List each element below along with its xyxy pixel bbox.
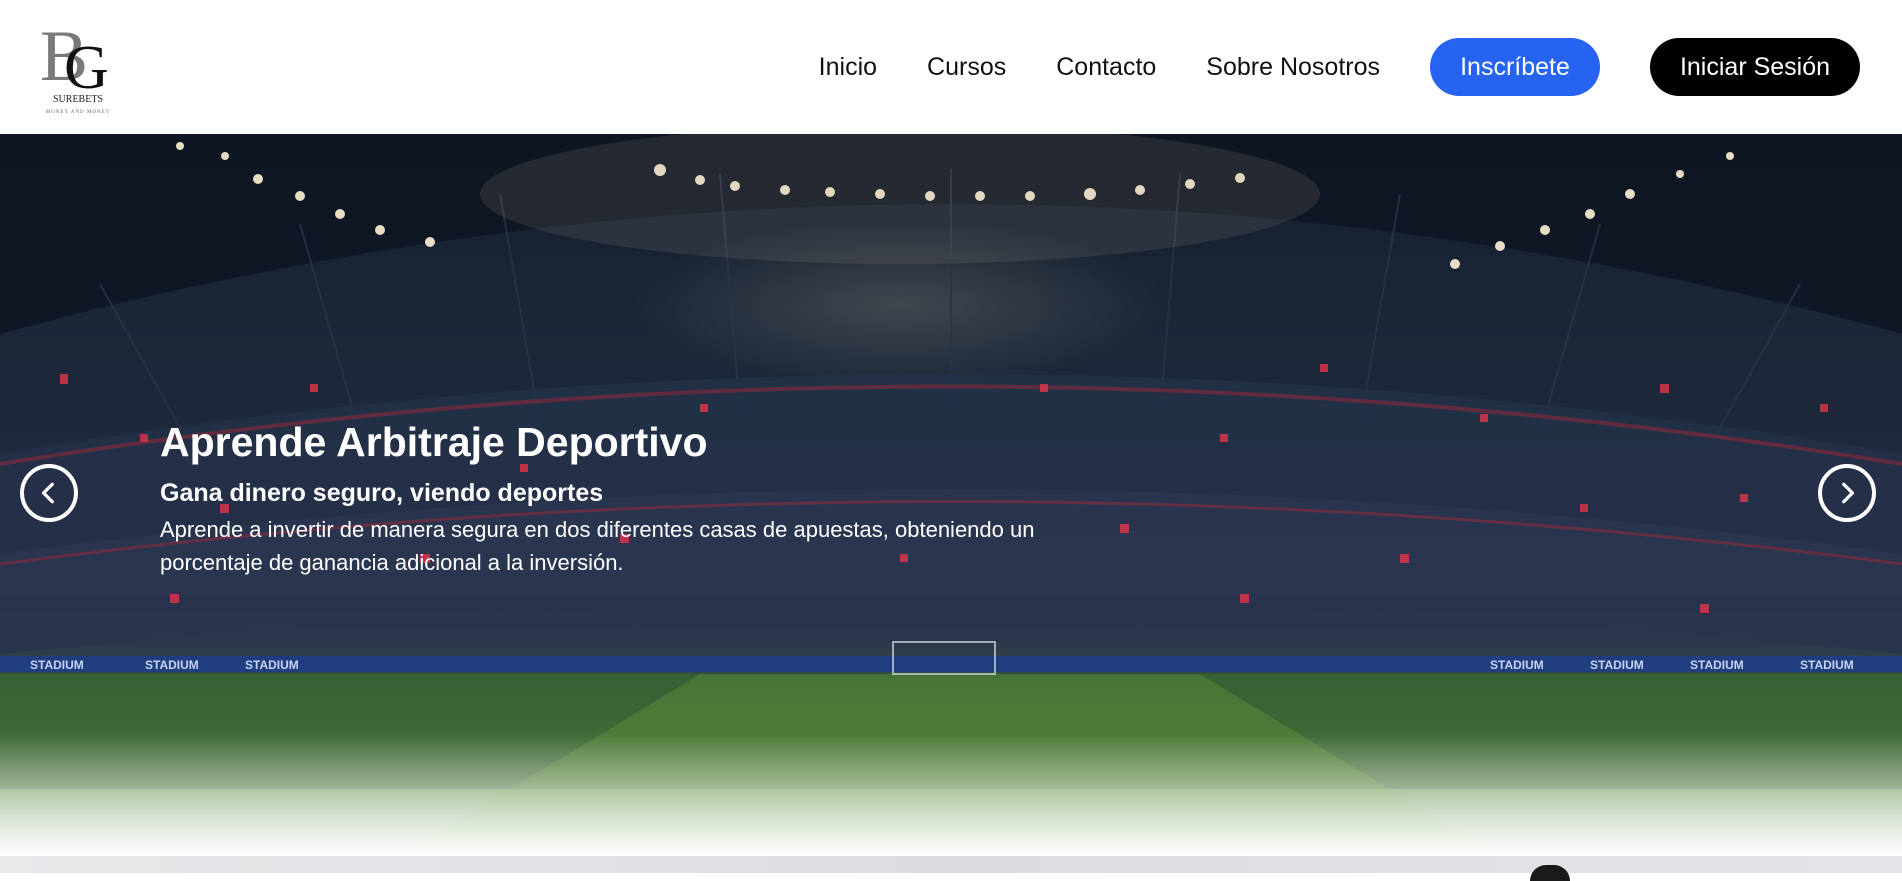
hero-description: Aprende a invertir de manera segura en d…	[160, 517, 1035, 575]
ad-board-text: STADIUM	[30, 658, 84, 672]
brand-tagline: MONEY AND MONEY	[46, 110, 111, 115]
chevron-right-icon	[1842, 482, 1855, 504]
hero-caption: Aprende Arbitraje Deportivo Gana dinero …	[160, 417, 1100, 579]
hero-title: Aprende Arbitraje Deportivo	[160, 419, 708, 465]
ad-board-text: STADIUM	[1590, 658, 1644, 672]
nav-link-cursos[interactable]: Cursos	[927, 38, 1006, 96]
carousel-next-button[interactable]	[1818, 464, 1876, 522]
ad-board-text: STADIUM	[1490, 658, 1544, 672]
hero-subtitle: Gana dinero seguro, viendo deportes	[160, 479, 604, 507]
hero-carousel: STADIUM STADIUM STADIUM STADIUM STADIUM …	[0, 134, 1902, 856]
brand-name: SUREBETS	[53, 94, 103, 105]
page: B G SUREBETS MONEY AND MONEY Inicio Curs…	[0, 0, 1902, 881]
ad-board-text: STADIUM	[1690, 658, 1744, 672]
ad-board-text: STADIUM	[145, 658, 199, 672]
main-nav: Inicio Cursos Contacto Sobre Nosotros In…	[819, 38, 1860, 96]
nav-link-contacto[interactable]: Contacto	[1056, 38, 1156, 96]
carousel-prev-button[interactable]	[20, 464, 78, 522]
svg-text:G: G	[64, 34, 109, 102]
chevron-left-icon	[41, 482, 54, 504]
brand-logo[interactable]: B G SUREBETS MONEY AND MONEY	[38, 16, 118, 116]
login-button[interactable]: Iniciar Sesión	[1650, 38, 1860, 96]
next-section-preview	[0, 856, 1902, 873]
logo-mark: B G SUREBETS MONEY AND MONEY	[40, 16, 111, 115]
signup-button[interactable]: Inscríbete	[1430, 38, 1600, 96]
site-header: B G SUREBETS MONEY AND MONEY Inicio Curs…	[0, 0, 1902, 134]
ad-board-text: STADIUM	[245, 658, 299, 672]
ad-board-text: STADIUM	[1800, 658, 1854, 672]
nav-link-sobre-nosotros[interactable]: Sobre Nosotros	[1206, 38, 1380, 96]
nav-link-inicio[interactable]: Inicio	[819, 38, 877, 96]
